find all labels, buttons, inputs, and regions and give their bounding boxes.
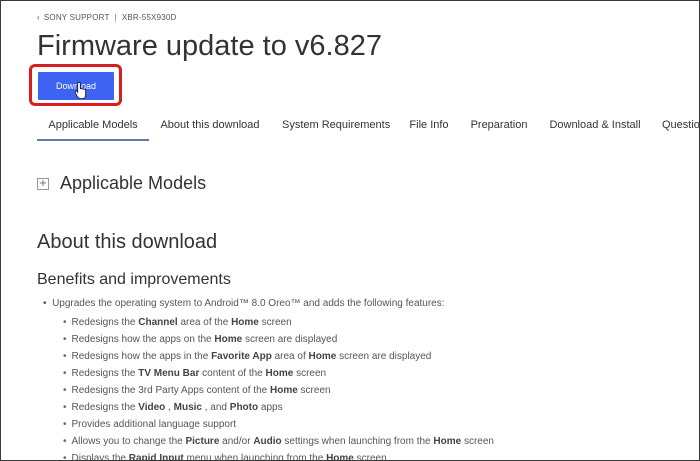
feature-text: Redesigns the — [71, 402, 139, 413]
feature-keyword: Home — [214, 334, 243, 345]
feature-list-item: Redesigns the Channel area of the Home s… — [63, 316, 494, 333]
tab-preparation[interactable]: Preparation — [470, 111, 528, 139]
tab-file-info[interactable]: File Info — [409, 111, 449, 139]
feature-text: menu when launching from the — [183, 453, 327, 461]
browser-viewport: ‹ SONY SUPPORT | XBR-55X930D Firmware up… — [0, 0, 700, 461]
feature-keyword: Home — [433, 436, 462, 447]
feature-keyword: Home — [308, 351, 337, 362]
feature-keyword: Home — [269, 385, 298, 396]
feature-text: Redesigns the — [71, 317, 139, 328]
feature-keyword: Video — [138, 402, 166, 413]
feature-keyword: Favorite App — [211, 351, 272, 362]
feature-text: screen — [258, 317, 292, 328]
feature-list-item: Redesigns the Video , Music , and Photo … — [63, 401, 494, 418]
bullet-glyph: • — [43, 298, 53, 309]
breadcrumb: ‹ SONY SUPPORT | XBR-55X930D — [37, 13, 177, 22]
feature-text: Redesigns how the apps in the — [71, 351, 212, 362]
feature-text: and/or — [219, 436, 254, 447]
applicable-models-section[interactable]: + Applicable Models — [37, 173, 206, 194]
main-bullet-text: Upgrades the operating system to Android… — [52, 298, 445, 309]
feature-list-item: Redesigns the TV Menu Bar content of the… — [63, 367, 494, 384]
breadcrumb-separator: | — [114, 13, 117, 22]
main-bullet: • Upgrades the operating system to Andro… — [43, 298, 445, 309]
page-title: Firmware update to v6.827 — [37, 30, 382, 62]
feature-list-item: Displays the Rapid Input menu when launc… — [63, 452, 494, 461]
feature-text: Redesigns how the apps on the — [71, 334, 215, 345]
expand-plus-icon[interactable]: + — [37, 177, 49, 190]
feature-list-item: Provides additional language support — [63, 418, 494, 435]
feature-text: screen — [353, 453, 387, 461]
feature-text: screen are displayed — [336, 351, 432, 362]
feature-text: Allows you to change the — [71, 436, 186, 447]
feature-text: settings when launching from the — [281, 436, 434, 447]
feature-keyword: Home — [265, 368, 294, 379]
feature-text: screen are displayed — [242, 334, 338, 345]
feature-text: screen — [297, 385, 331, 396]
breadcrumb-link-sony-support[interactable]: SONY SUPPORT — [44, 13, 110, 22]
tab-about-this-download[interactable]: About this download — [158, 111, 262, 139]
feature-list-item: Redesigns the 3rd Party Apps content of … — [63, 384, 494, 401]
breadcrumb-link-model[interactable]: XBR-55X930D — [122, 13, 177, 22]
tab-download-install[interactable]: Download & Install — [549, 111, 641, 139]
feature-keyword: Music — [173, 402, 202, 413]
feature-text: , and — [201, 402, 230, 413]
benefits-heading: Benefits and improvements — [37, 271, 231, 288]
feature-list: Redesigns the Channel area of the Home s… — [63, 316, 494, 461]
tab-bar: Applicable Models About this download Sy… — [37, 111, 699, 141]
hand-cursor-icon — [74, 81, 86, 99]
feature-text: , — [165, 402, 174, 413]
feature-text: Redesigns the 3rd Party Apps content of … — [71, 385, 270, 396]
feature-text: area of the — [177, 317, 232, 328]
chevron-left-icon[interactable]: ‹ — [37, 13, 40, 22]
feature-text: content of the — [199, 368, 266, 379]
feature-text: screen — [461, 436, 494, 447]
feature-keyword: Audio — [253, 436, 282, 447]
tab-applicable-models[interactable]: Applicable Models — [37, 111, 149, 141]
about-download-heading: About this download — [37, 231, 218, 253]
feature-list-item: Redesigns how the apps on the Home scree… — [63, 333, 494, 350]
feature-keyword: Home — [326, 453, 354, 461]
feature-keyword: Home — [231, 317, 259, 328]
feature-list-item: Redesigns how the apps in the Favorite A… — [63, 350, 494, 367]
feature-keyword: Picture — [185, 436, 220, 447]
applicable-models-heading[interactable]: Applicable Models — [60, 173, 206, 194]
feature-keyword: Channel — [138, 317, 178, 328]
download-highlight-box: Download — [29, 64, 122, 106]
feature-list-item: Allows you to change the Picture and/or … — [63, 435, 494, 452]
tab-questions[interactable]: Questio — [662, 111, 699, 139]
feature-text: Displays the — [71, 453, 129, 461]
feature-text: apps — [258, 402, 283, 413]
tab-system-requirements[interactable]: System Requirements — [282, 111, 390, 139]
feature-text: area of — [271, 351, 309, 362]
feature-keyword: TV Menu Bar — [138, 368, 200, 379]
feature-keyword: Photo — [229, 402, 259, 413]
feature-keyword: Rapid Input — [128, 453, 184, 461]
feature-text: screen — [293, 368, 327, 379]
feature-text: Redesigns the — [71, 368, 139, 379]
feature-text: Provides additional language support — [71, 419, 237, 430]
